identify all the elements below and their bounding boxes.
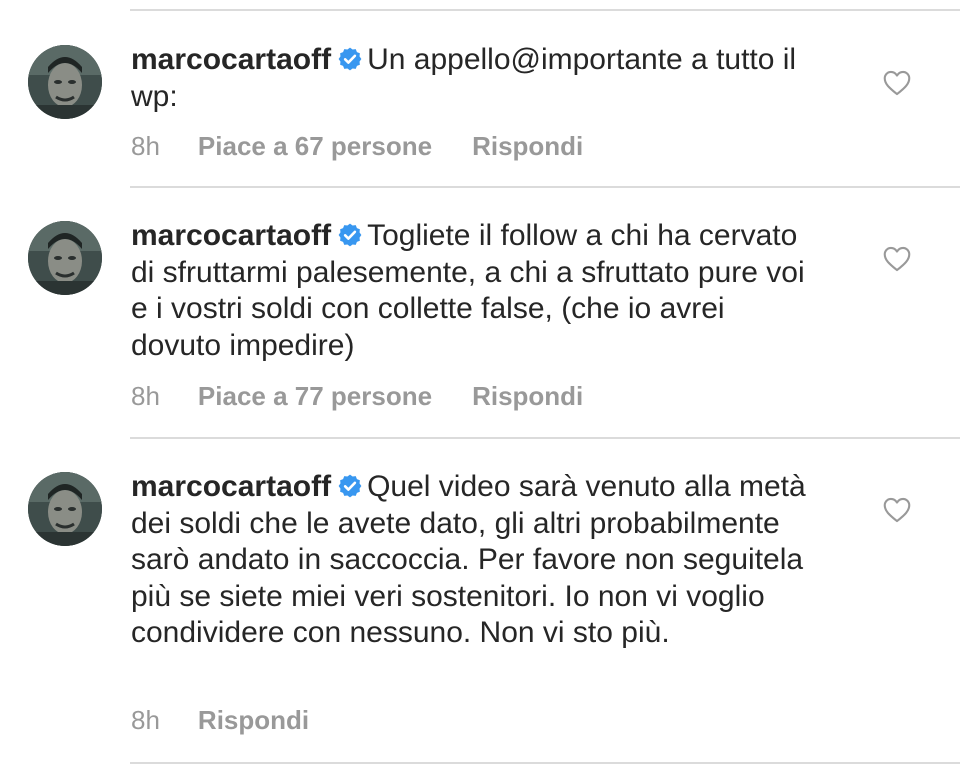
username[interactable]: marcocartaoff — [131, 470, 331, 503]
reply-button[interactable]: Rispondi — [472, 131, 583, 161]
avatar[interactable] — [28, 472, 102, 546]
likes-count[interactable]: Piace a 67 persone — [198, 131, 432, 161]
heart-outline-icon[interactable] — [883, 497, 911, 523]
divider-top — [130, 9, 960, 11]
divider — [130, 437, 960, 439]
username[interactable]: marcocartaoff — [131, 219, 331, 252]
comment-meta: 8h Piace a 67 persone Rispondi — [131, 131, 583, 162]
comment-time: 8h — [131, 705, 160, 735]
avatar[interactable] — [28, 45, 102, 119]
verified-badge-icon — [338, 474, 362, 498]
comment-meta: 8h Rispondi — [131, 705, 309, 736]
likes-count[interactable]: Piace a 77 persone — [198, 381, 432, 411]
comment-text: marcocartaoff Quel video sarà venuto alla… — [131, 469, 811, 652]
verified-badge-icon — [338, 223, 362, 247]
heart-outline-icon[interactable] — [883, 70, 911, 96]
divider — [130, 186, 960, 188]
comment-meta: 8h Piace a 77 persone Rispondi — [131, 381, 583, 412]
comment-time: 8h — [131, 381, 160, 411]
reply-button[interactable]: Rispondi — [198, 705, 309, 735]
comment-text: marcocartaoff Un appello@importante a tut… — [131, 42, 811, 115]
reply-button[interactable]: Rispondi — [472, 381, 583, 411]
divider-bottom — [130, 762, 960, 764]
heart-outline-icon[interactable] — [883, 246, 911, 272]
avatar[interactable] — [28, 221, 102, 295]
comment-time: 8h — [131, 131, 160, 161]
username[interactable]: marcocartaoff — [131, 43, 331, 76]
verified-badge-icon — [338, 47, 362, 71]
comment-text: marcocartaoff Togliete il follow a chi ha… — [131, 218, 811, 364]
